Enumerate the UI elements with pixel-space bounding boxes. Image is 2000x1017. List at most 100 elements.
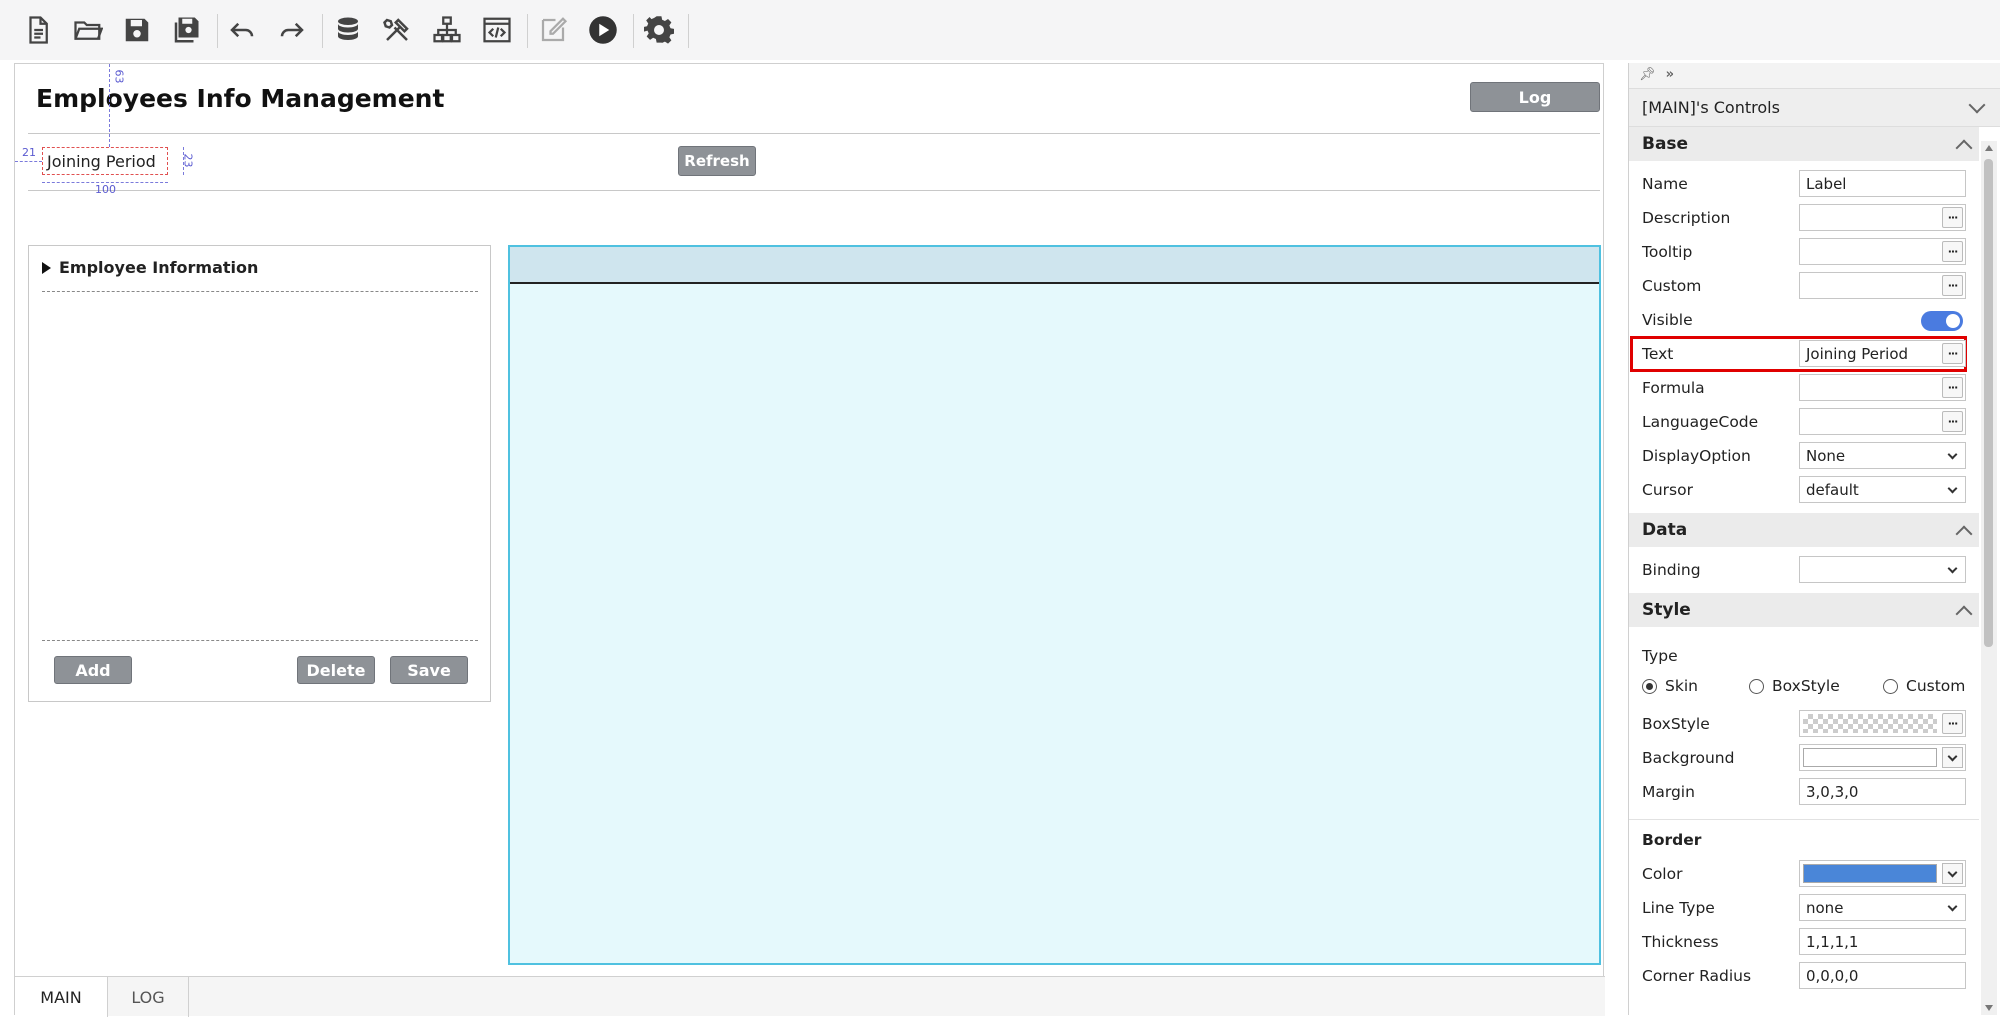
radio-boxstyle-label: BoxStyle [1772,677,1840,695]
tooltip-field[interactable]: ··· [1799,238,1966,265]
name-field[interactable]: Label [1799,170,1966,197]
new-file-icon[interactable] [18,10,58,50]
edit-icon[interactable] [533,10,573,50]
cursor-select[interactable]: default [1799,476,1966,503]
radio-skin-label: Skin [1665,677,1698,695]
section-style-label: Style [1642,600,1691,620]
database-icon[interactable] [328,10,368,50]
panel-title-bar[interactable]: [MAIN]'s Controls [1629,89,2000,127]
background-swatch [1803,748,1937,767]
section-data[interactable]: Data [1629,513,1979,547]
more-icon[interactable]: ··· [1942,713,1963,734]
transparent-swatch [1803,714,1937,733]
design-canvas[interactable]: Employees Info Management Log 63 21 23 1… [14,63,1605,1017]
chevron-down-icon [1947,449,1958,460]
thickness-field[interactable]: 1,1,1,1 [1799,928,1966,955]
hierarchy-icon[interactable] [427,10,467,50]
chevron-up-icon[interactable] [1955,139,1973,157]
chevron-up-icon[interactable] [1955,525,1973,543]
refresh-button[interactable]: Refresh [678,146,756,176]
scroll-up-icon[interactable] [1985,145,1993,151]
more-icon[interactable]: ··· [1942,377,1963,398]
background-color-picker[interactable] [1799,744,1966,771]
save-icon[interactable] [117,10,157,50]
play-icon[interactable] [583,10,623,50]
gear-icon[interactable] [639,10,679,50]
data-grid[interactable] [508,245,1601,965]
panel-scrollbar[interactable] [1981,141,1997,1015]
visible-toggle[interactable] [1921,311,1963,331]
page-tabs: MAIN LOG [15,976,1605,1017]
chevron-down-icon[interactable] [1942,863,1963,884]
text-value: Joining Period [1806,344,1909,363]
text-field[interactable]: Joining Period ··· [1799,340,1966,367]
top-offset-value: 63 [112,69,126,84]
expand-triangle-icon [42,261,51,274]
more-icon[interactable]: ··· [1942,207,1963,228]
boxstyle-field[interactable]: ··· [1799,710,1966,737]
more-icon[interactable]: ··· [1942,241,1963,262]
chevron-down-icon [1947,563,1958,574]
redo-icon[interactable] [272,10,312,50]
employee-info-header[interactable]: Employee Information [42,258,258,277]
more-icon[interactable]: ··· [1942,411,1963,432]
toolbar [0,0,2000,60]
color-label: Color [1642,865,1683,883]
cornerradius-field[interactable]: 0,0,0,0 [1799,962,1966,989]
chevron-down-icon [1947,901,1958,912]
employee-info-panel: Employee Information Add Delete Save [28,245,491,702]
chevron-down-icon[interactable] [1942,747,1963,768]
tab-log[interactable]: LOG [108,977,189,1017]
type-label: Type [1642,647,1678,665]
description-label: Description [1642,209,1731,227]
formula-field[interactable]: ··· [1799,374,1966,401]
joining-period-label[interactable]: Joining Period [42,147,168,175]
save-all-icon[interactable] [166,10,206,50]
description-field[interactable]: ··· [1799,204,1966,231]
log-button[interactable]: Log [1470,82,1600,112]
scroll-down-icon[interactable] [1985,1005,1993,1011]
section-base[interactable]: Base [1629,127,1979,161]
panel-title: [MAIN]'s Controls [1642,98,1780,117]
displayoption-select[interactable]: None [1799,442,1966,469]
code-icon[interactable] [477,10,517,50]
chevron-up-icon[interactable] [1955,605,1973,623]
text-label: Text [1642,345,1674,363]
margin-field[interactable]: 3,0,3,0 [1799,778,1966,805]
binding-label: Binding [1642,561,1701,579]
delete-button[interactable]: Delete [297,656,375,684]
name-value: Label [1806,174,1847,193]
section-style[interactable]: Style [1629,593,1979,627]
border-color-picker[interactable] [1799,860,1966,887]
radio-custom[interactable]: Custom [1883,677,1965,695]
radio-skin[interactable]: Skin [1642,677,1698,695]
thickness-value: 1,1,1,1 [1806,932,1859,951]
margin-value: 3,0,3,0 [1806,782,1859,801]
chevron-down-icon[interactable] [1968,96,1986,114]
open-folder-icon[interactable] [68,10,108,50]
languagecode-field[interactable]: ··· [1799,408,1966,435]
tab-main[interactable]: MAIN [15,977,108,1017]
save-button[interactable]: Save [390,656,468,684]
cornerradius-label: Corner Radius [1642,967,1752,985]
more-icon[interactable]: ··· [1942,343,1963,364]
grid-header [510,247,1599,284]
scroll-thumb[interactable] [1984,159,1993,647]
boxstyle-label: BoxStyle [1642,715,1710,733]
cursor-value: default [1806,480,1859,499]
tools-icon[interactable] [377,10,417,50]
radio-boxstyle[interactable]: BoxStyle [1749,677,1840,695]
linetype-select[interactable]: none [1799,894,1966,921]
pin-icon[interactable]: 📌︎ [1639,67,1656,82]
page-title: Employees Info Management [36,84,445,113]
thickness-label: Thickness [1642,933,1719,951]
expand-icon[interactable]: » [1666,67,1674,82]
undo-icon[interactable] [222,10,262,50]
margin-label: Margin [1642,783,1695,801]
more-icon[interactable]: ··· [1942,275,1963,296]
binding-select[interactable] [1799,556,1966,583]
languagecode-label: LanguageCode [1642,413,1759,431]
displayoption-value: None [1806,446,1846,465]
custom-field[interactable]: ··· [1799,272,1966,299]
add-button[interactable]: Add [54,656,132,684]
